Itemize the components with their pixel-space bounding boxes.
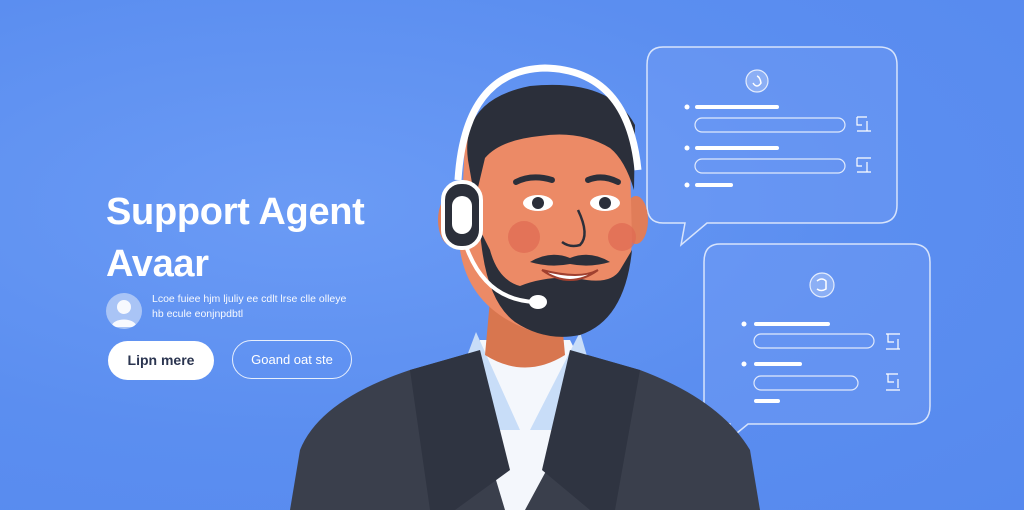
learn-more-button[interactable]: Lipn mere: [108, 341, 214, 380]
support-agent-illustration: [290, 64, 760, 510]
user-avatar-icon: [106, 293, 142, 329]
chat-bubble-icon: [809, 272, 835, 298]
